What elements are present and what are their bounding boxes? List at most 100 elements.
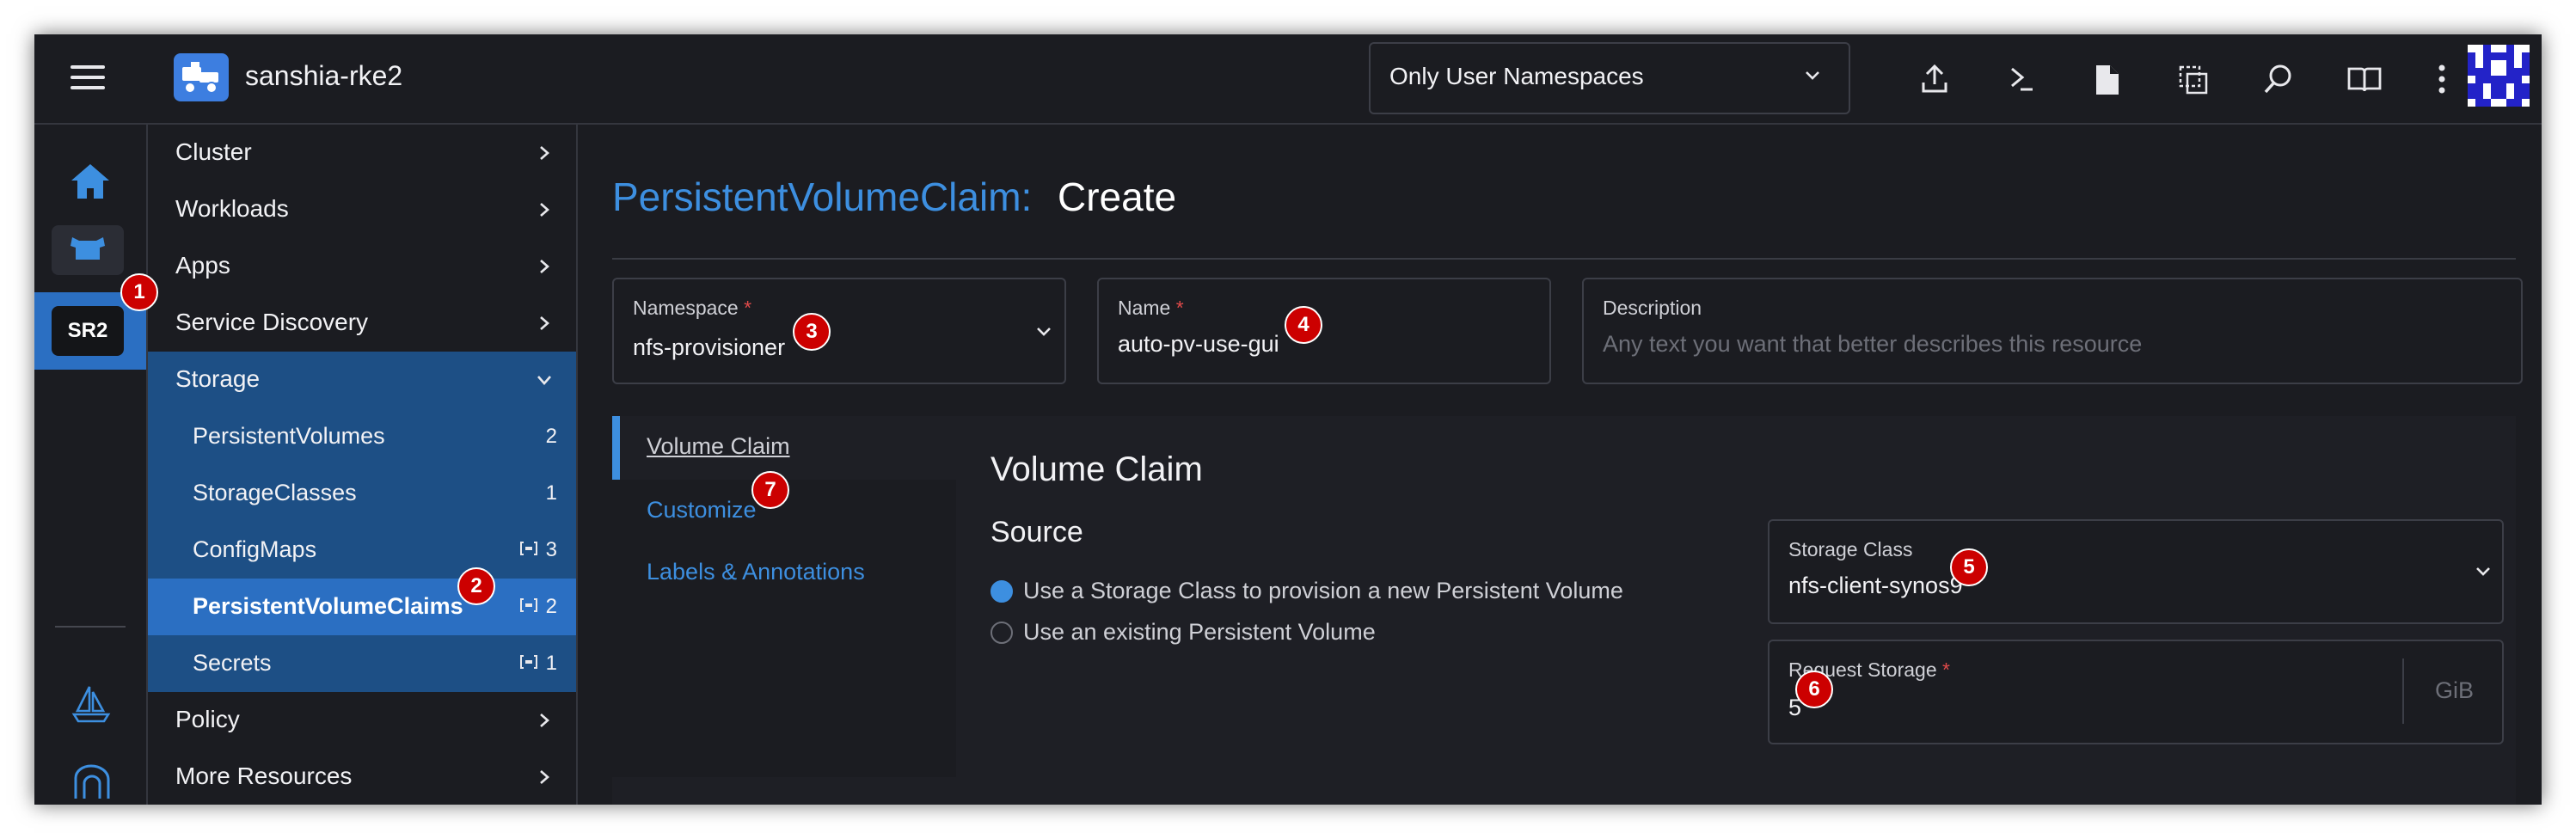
namespaced-resource-icon — [519, 654, 538, 674]
page-title-resource-link[interactable]: PersistentVolumeClaim: — [612, 174, 1032, 220]
chevron-right-icon — [535, 768, 554, 791]
callout-5: 5 — [1950, 548, 1988, 586]
copy-kubeconfig-icon[interactable] — [2174, 60, 2211, 98]
chevron-right-icon — [535, 314, 554, 337]
nav-item-workloads[interactable]: Workloads — [148, 181, 576, 238]
title-divider — [612, 258, 2516, 260]
cluster-logo-icon — [174, 53, 229, 101]
docs-book-icon[interactable] — [2346, 60, 2383, 98]
nav-item-label: Cluster — [175, 138, 252, 165]
namespace-select[interactable]: Namespace * nfs-provisioner — [612, 278, 1066, 384]
radio-storage-class[interactable] — [991, 580, 1013, 603]
namespace-value: nfs-provisioner — [633, 334, 786, 360]
namespaced-resource-icon — [519, 597, 538, 617]
home-icon[interactable] — [69, 162, 112, 201]
radio-storage-class-label[interactable]: Use a Storage Class to provision a new P… — [1023, 578, 1623, 604]
chevron-right-icon — [535, 144, 554, 167]
volume-claim-heading: Volume Claim — [991, 450, 1203, 488]
nav-item-label: Apps — [175, 252, 230, 279]
user-avatar[interactable] — [2468, 45, 2530, 107]
chevron-right-icon — [535, 711, 554, 734]
tab-customize[interactable]: Customize — [647, 497, 757, 524]
top-bar: sanshia-rke2 Only User Namespaces — [34, 34, 2542, 125]
nav-item-policy[interactable]: Policy — [148, 692, 576, 749]
tab-selected-indicator — [612, 416, 620, 480]
storage-class-value: nfs-client-synos9 — [1788, 573, 1963, 598]
kubeconfig-download-icon[interactable] — [2088, 60, 2125, 98]
tab-volume-claim[interactable]: Volume Claim — [647, 433, 790, 460]
callout-7: 7 — [751, 471, 789, 509]
chevron-right-icon — [535, 200, 554, 224]
nav-item-label: Policy — [175, 706, 240, 732]
import-yaml-icon[interactable] — [1916, 60, 1953, 98]
nav-item-label: Service Discovery — [175, 309, 369, 335]
unit-divider — [2402, 658, 2404, 724]
tab-labels-annotations[interactable]: Labels & Annotations — [647, 559, 865, 585]
nav-sub-storageclasses[interactable]: StorageClasses 1 — [148, 465, 576, 522]
namespace-filter-value: Only User Namespaces — [1389, 63, 1644, 89]
storage-unit: GiB — [2435, 677, 2475, 703]
nav-item-label: Storage — [175, 365, 261, 392]
chevron-down-icon — [2473, 560, 2493, 585]
description-field[interactable]: Description Any text you want that bette… — [1582, 278, 2523, 384]
cluster-name: sanshia-rke2 — [245, 60, 403, 91]
count-badge: 2 — [545, 595, 557, 618]
menu-icon[interactable] — [71, 65, 105, 91]
page-title-action: Create — [1058, 175, 1177, 219]
chevron-down-icon — [1802, 64, 1823, 89]
cluster-badge: SR2 — [52, 306, 124, 356]
nav-sub-configmaps[interactable]: ConfigMaps 3 — [148, 522, 576, 579]
search-icon[interactable] — [2260, 60, 2297, 98]
side-nav: Cluster Workloads Apps Service Discovery… — [148, 125, 578, 805]
nav-item-storage[interactable]: Storage — [148, 352, 576, 408]
cluster-explorer-button[interactable] — [52, 225, 124, 275]
rail-divider — [55, 626, 126, 628]
chevron-right-icon — [535, 257, 554, 280]
callout-2: 2 — [457, 567, 495, 605]
name-field[interactable]: Name * auto-pv-use-gui — [1097, 278, 1551, 384]
cluster-rail: SR2 — [34, 125, 148, 805]
chevron-down-icon — [1033, 321, 1054, 346]
callout-3: 3 — [793, 313, 831, 351]
callout-4: 4 — [1285, 306, 1322, 344]
source-heading: Source — [991, 516, 1083, 548]
nav-sub-label: Secrets — [193, 650, 272, 676]
namespaced-resource-icon — [519, 541, 538, 560]
nav-item-apps[interactable]: Apps — [148, 238, 576, 295]
count-badge: 1 — [545, 652, 557, 675]
count-badge: 3 — [545, 538, 557, 561]
description-placeholder: Any text you want that better describes … — [1603, 331, 2143, 357]
radio-existing-pv-label[interactable]: Use an existing Persistent Volume — [1023, 619, 1376, 646]
nav-item-label: More Resources — [175, 762, 353, 789]
more-vert-icon[interactable] — [2423, 60, 2461, 98]
nav-sub-persistentvolumeclaims[interactable]: PersistentVolumeClaims 2 — [148, 579, 576, 635]
nav-sub-label: StorageClasses — [193, 480, 357, 505]
nav-sub-label: PersistentVolumes — [193, 423, 385, 449]
nav-sub-label: ConfigMaps — [193, 536, 317, 562]
callout-1: 1 — [120, 273, 158, 311]
count-badge: 2 — [545, 425, 557, 448]
nav-sub-label: PersistentVolumeClaims — [193, 593, 463, 619]
name-value: auto-pv-use-gui — [1118, 331, 1279, 357]
fleet-sailboat-icon[interactable] — [71, 683, 112, 725]
storage-class-select[interactable]: Storage Class nfs-client-synos9 — [1768, 519, 2504, 624]
extensions-icon[interactable] — [71, 761, 113, 802]
chevron-down-icon — [535, 371, 554, 394]
storage-class-label: Storage Class — [1788, 538, 1913, 560]
request-storage-field[interactable]: Request Storage * 5 GiB — [1768, 640, 2504, 744]
nav-sub-persistentvolumes[interactable]: PersistentVolumes 2 — [148, 408, 576, 465]
kubectl-shell-icon[interactable] — [2002, 60, 2039, 98]
nav-sub-secrets[interactable]: Secrets 1 — [148, 635, 576, 692]
namespace-label: Namespace * — [633, 297, 752, 319]
name-label: Name * — [1118, 297, 1184, 319]
nav-item-service-discovery[interactable]: Service Discovery — [148, 295, 576, 352]
radio-existing-pv[interactable] — [991, 622, 1013, 644]
nav-item-cluster[interactable]: Cluster — [148, 125, 576, 181]
namespace-filter-select[interactable]: Only User Namespaces — [1369, 42, 1850, 114]
callout-6: 6 — [1795, 671, 1833, 708]
count-badge: 1 — [545, 481, 557, 505]
nav-item-more-resources[interactable]: More Resources — [148, 749, 576, 805]
rancher-window: sanshia-rke2 Only User Namespaces SR2 Cl… — [34, 34, 2542, 805]
description-label: Description — [1603, 297, 1702, 319]
nav-item-label: Workloads — [175, 195, 289, 222]
